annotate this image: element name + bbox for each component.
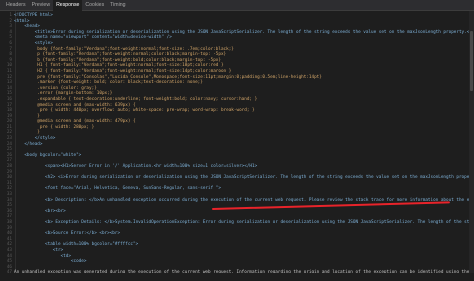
code-lines: 1 <!DOCTYPE html> 2 <html> 3 <head> 4 <title>… <box>0 13 474 273</box>
tab-headers[interactable]: Headers <box>3 0 29 11</box>
line-number: 47 <box>6 270 12 273</box>
tab-preview[interactable]: Preview <box>29 0 53 11</box>
vertical-scrollbar[interactable] <box>469 11 474 273</box>
code-line: 47 An unhandled exception was generated d… <box>0 270 474 273</box>
scrollbar-thumb[interactable] <box>470 31 473 91</box>
devtools-tab-bar: Headers Preview Response Cookies Timing <box>0 0 474 11</box>
response-code-view[interactable]: 1 <!DOCTYPE html> 2 <html> 3 <head> 4 <title>… <box>0 11 474 273</box>
tab-timing[interactable]: Timing <box>107 0 128 11</box>
tab-cookies[interactable]: Cookies <box>82 0 107 11</box>
line-text: An unhandled exception was generated dur… <box>14 270 474 273</box>
tab-response[interactable]: Response <box>53 0 83 11</box>
